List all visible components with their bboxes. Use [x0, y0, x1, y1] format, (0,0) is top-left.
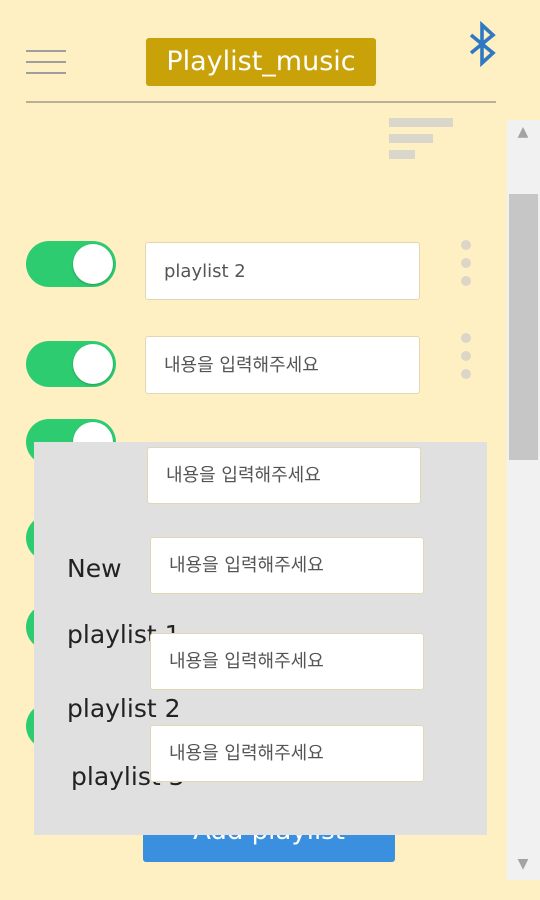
menu-line — [26, 61, 66, 63]
scrollbar-thumb[interactable] — [509, 194, 538, 460]
overlay-input[interactable] — [150, 725, 424, 782]
sort-icon[interactable] — [389, 118, 453, 160]
scroll-up-arrow-icon[interactable]: ▲ — [513, 124, 533, 140]
playlist-name-input[interactable] — [145, 336, 420, 394]
more-vertical-icon[interactable] — [459, 333, 473, 383]
menu-line — [26, 72, 66, 74]
playlist-toggle[interactable] — [26, 341, 116, 387]
menu-line — [26, 50, 66, 52]
overlay-label-playlist-2[interactable]: playlist 2 — [67, 694, 181, 723]
playlist-toggle[interactable] — [26, 241, 116, 287]
overlay-label-new[interactable]: New — [67, 554, 122, 583]
playlist-dropdown-overlay: New playlist 1 playlist 2 playlist 3 — [34, 442, 487, 835]
scroll-down-arrow-icon[interactable]: ▼ — [513, 856, 533, 872]
bluetooth-icon[interactable] — [466, 20, 500, 70]
overlay-input[interactable] — [147, 447, 421, 504]
toggle-knob — [73, 344, 113, 384]
hamburger-menu-icon[interactable] — [26, 50, 66, 76]
app-title: Playlist_music — [146, 38, 376, 86]
sort-bar — [389, 134, 433, 143]
overlay-input[interactable] — [150, 537, 424, 594]
sort-bar — [389, 150, 415, 159]
toggle-knob — [73, 244, 113, 284]
header-divider — [26, 101, 496, 103]
more-vertical-icon[interactable] — [459, 240, 473, 290]
playlist-name-input[interactable] — [145, 242, 420, 300]
sort-bar — [389, 118, 453, 127]
overlay-input[interactable] — [150, 633, 424, 690]
